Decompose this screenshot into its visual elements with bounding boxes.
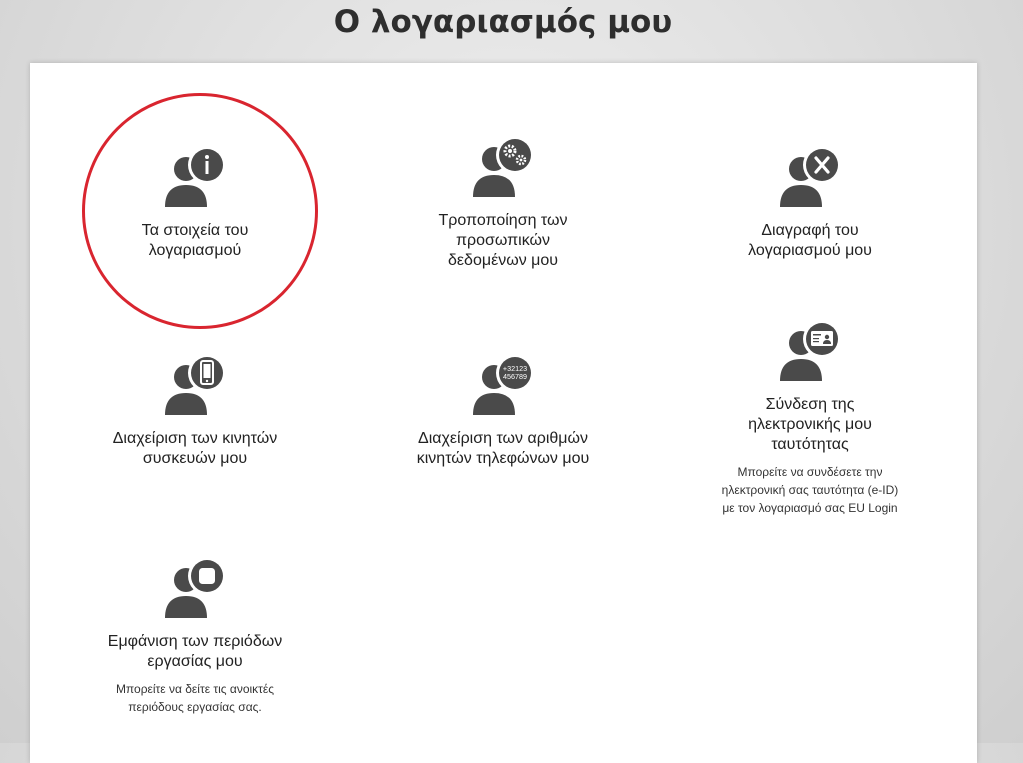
tile-description: Μπορείτε να δείτε τις ανοικτές περιόδους … xyxy=(115,682,275,714)
tile-label: Σύνδεση της ηλεκτρονικής μου ταυτότητας xyxy=(748,396,872,453)
tile-label: Διαχείριση των κινητών συσκευών μου xyxy=(112,430,278,467)
tile-connect-eid[interactable]: Σύνδεση της ηλεκτρονικής μου ταυτότητας Μπ… xyxy=(660,319,960,517)
tile-label: Τροποποίηση των προσωπικών δεδομένων μου xyxy=(438,212,568,269)
user-mobile-icon xyxy=(165,354,226,415)
svg-text:456789: 456789 xyxy=(503,372,527,381)
tile-delete-account[interactable]: Διαγραφή του λογαριασμού μου xyxy=(660,145,960,261)
user-phone-numbers-icon: +32123 456789 xyxy=(473,354,534,415)
tile-label: Εμφάνιση των περιόδων εργασίας μου xyxy=(107,633,283,670)
tile-label: Διαγραφή του λογαριασμού μου xyxy=(748,222,872,259)
tile-edit-personal-data[interactable]: Τροποποίηση των προσωπικών δεδομένων μου xyxy=(353,135,653,271)
tile-manage-phone-numbers[interactable]: +32123 456789 Διαχείριση των αριθμών κινη… xyxy=(353,353,653,469)
user-settings-icon xyxy=(473,136,534,197)
user-eid-icon xyxy=(780,320,841,381)
tile-view-sessions[interactable]: Εμφάνιση των περιόδων εργασίας μου Μπορεί… xyxy=(45,556,345,716)
page-title: Ο λογαριασμός μου xyxy=(333,4,673,40)
user-info-icon xyxy=(165,146,226,207)
tile-label: Τα στοιχεία του λογαριασμού xyxy=(141,222,249,259)
tile-account-details[interactable]: Τα στοιχεία του λογαριασμού xyxy=(45,145,345,261)
tile-description: Μπορείτε να συνδέσετε την ηλεκτρονική σας… xyxy=(721,465,899,515)
tile-manage-mobile-devices[interactable]: Διαχείριση των κινητών συσκευών μου xyxy=(45,353,345,469)
user-delete-icon xyxy=(780,146,841,207)
tile-label: Διαχείριση των αριθμών κινητών τηλεφώνων … xyxy=(416,430,590,467)
account-panel: Τα στοιχεία του λογαριασμού Τροποποίηση τ… xyxy=(30,63,977,763)
user-sessions-icon xyxy=(165,557,226,618)
